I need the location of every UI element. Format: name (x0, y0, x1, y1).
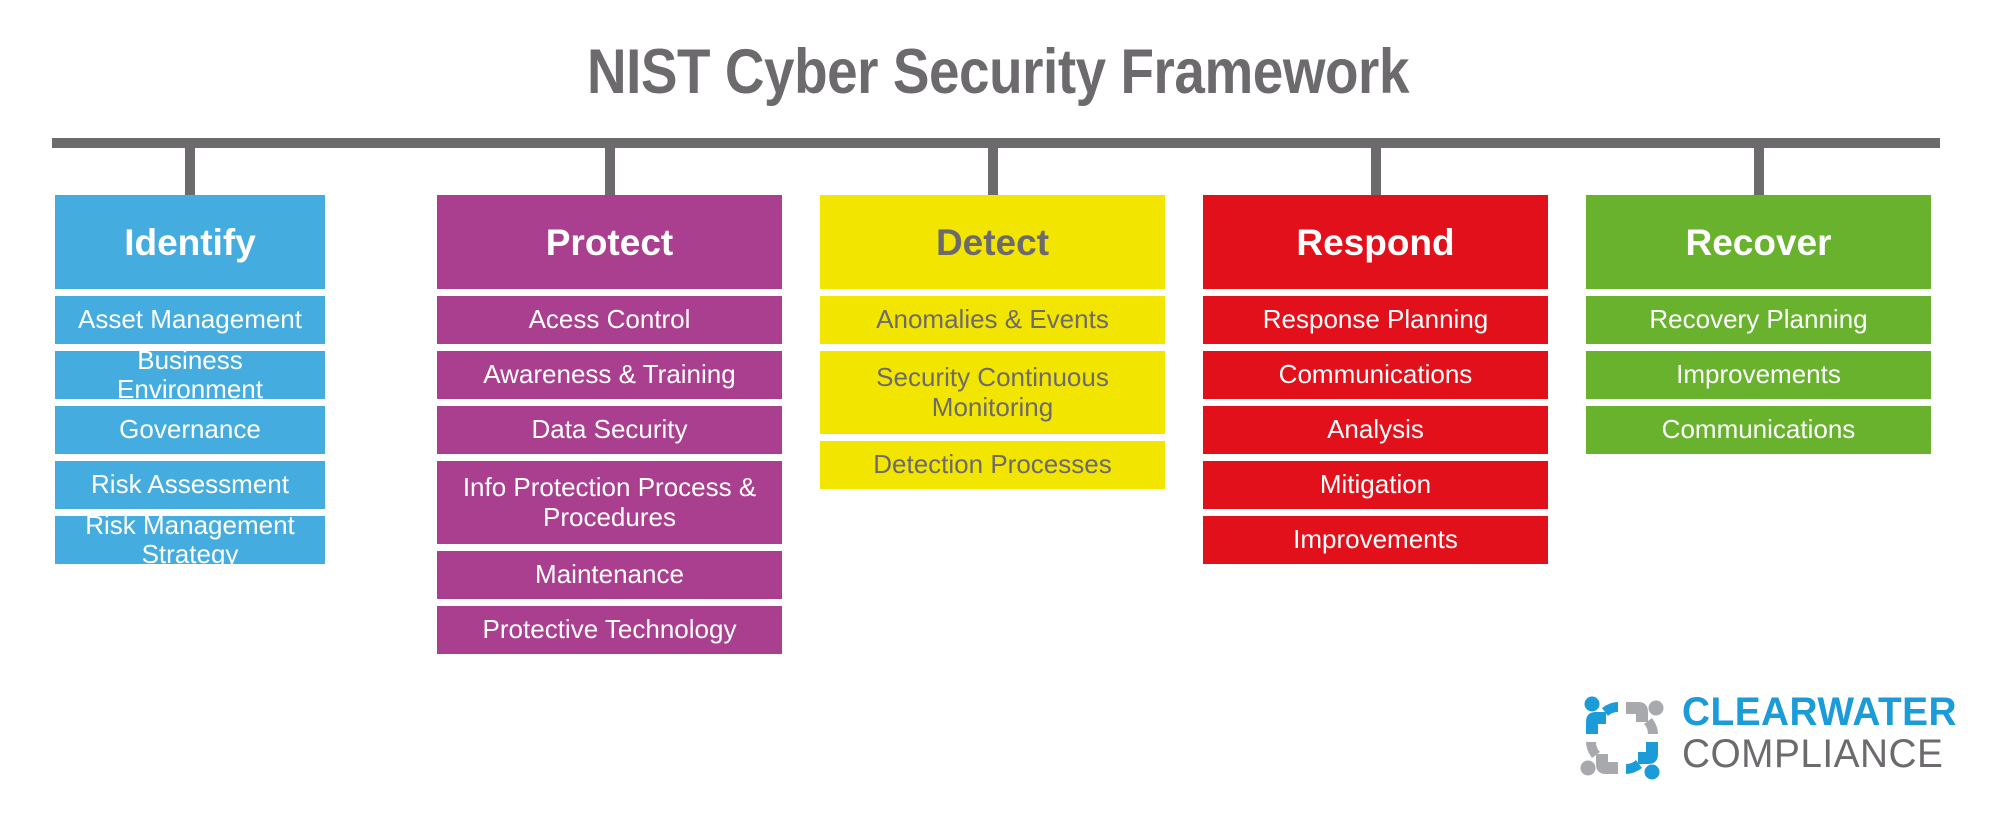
logo-wordmark: CLEARWATER COMPLIANCE (1682, 690, 1962, 776)
clearwater-compliance-logo: CLEARWATER COMPLIANCE (1572, 686, 1962, 796)
category-item[interactable]: Data Security (437, 406, 782, 454)
column-identify: Identify Asset Management Business Environ… (55, 195, 325, 569)
logo-word-clearwater: CLEARWATER (1682, 690, 1958, 734)
column-respond: Respond Response Planning Communications An… (1203, 195, 1548, 564)
category-item[interactable]: Communications (1203, 351, 1548, 399)
category-item[interactable]: Recovery Planning (1586, 296, 1931, 344)
category-item[interactable]: Maintenance (437, 551, 782, 599)
column-recover: Recover Recovery Planning Improvements Comm… (1586, 195, 1931, 454)
logo-word-compliance: COMPLIANCE (1682, 731, 1944, 776)
category-item[interactable]: Risk Management Strategy (55, 510, 325, 569)
category-item[interactable]: Governance (55, 406, 325, 454)
function-header-recover[interactable]: Recover (1586, 195, 1931, 289)
function-header-protect[interactable]: Protect (437, 195, 782, 289)
column-detect: Detect Anomalies & Events Security Continu… (820, 195, 1165, 489)
category-item[interactable]: Analysis (1203, 406, 1548, 454)
category-item[interactable]: Improvements (1586, 351, 1931, 399)
category-item[interactable]: Risk Assessment (55, 461, 325, 509)
category-item[interactable]: Communications (1586, 406, 1931, 454)
function-header-identify[interactable]: Identify (55, 195, 325, 289)
category-item[interactable]: Mitigation (1203, 461, 1548, 509)
category-item[interactable]: Protective Technology (437, 606, 782, 654)
category-item[interactable]: Business Environment (55, 345, 325, 404)
category-item[interactable]: Response Planning (1203, 296, 1548, 344)
category-item[interactable]: Awareness & Training (437, 351, 782, 399)
category-item[interactable]: Improvements (1203, 516, 1548, 564)
category-item[interactable]: Anomalies & Events (820, 296, 1165, 344)
function-header-detect[interactable]: Detect (820, 195, 1165, 289)
category-item[interactable]: Acess Control (437, 296, 782, 344)
column-protect: Protect Acess Control Awareness & Training… (437, 195, 782, 654)
clearwater-circle-people-mark (1572, 688, 1672, 788)
category-item[interactable]: Detection Processes (820, 441, 1165, 489)
category-item[interactable]: Asset Management (55, 296, 325, 344)
function-header-respond[interactable]: Respond (1203, 195, 1548, 289)
category-item[interactable]: Info Protection Process & Procedures (437, 461, 782, 544)
category-item[interactable]: Security Continuous Monitoring (820, 351, 1165, 434)
